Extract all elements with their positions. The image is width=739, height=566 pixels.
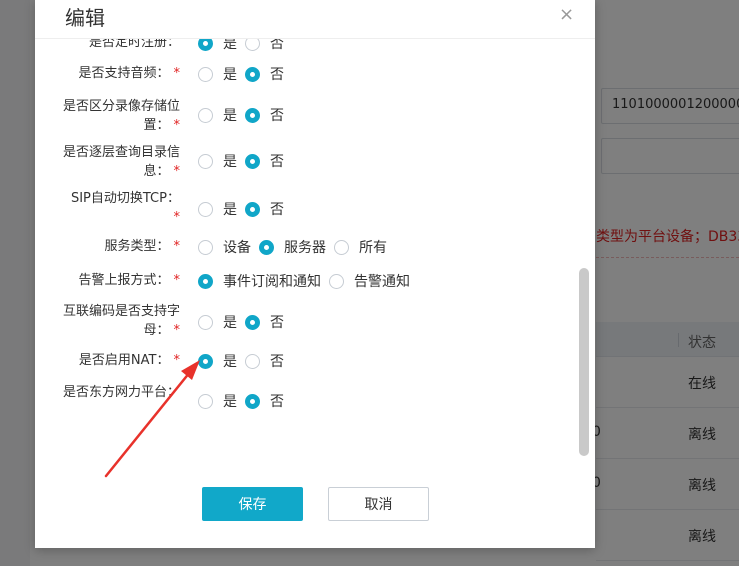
annotation-arrow [104, 360, 200, 478]
arrow-shaft [104, 370, 192, 478]
arrow-head [181, 360, 200, 380]
